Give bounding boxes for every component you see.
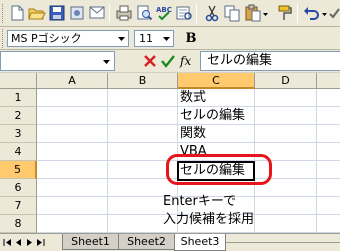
permission-icon[interactable] bbox=[68, 4, 86, 22]
row-header-5[interactable]: 5 bbox=[0, 161, 37, 179]
previous-sheet-icon[interactable] bbox=[14, 237, 23, 248]
row-header-7[interactable]: 7 bbox=[0, 197, 37, 215]
format-painter-icon[interactable] bbox=[276, 4, 294, 22]
column-header-a[interactable]: A bbox=[37, 73, 108, 89]
toolbar-grip[interactable] bbox=[2, 4, 5, 23]
row-header-2[interactable]: 2 bbox=[0, 107, 37, 125]
tab-sheet3[interactable]: Sheet3 bbox=[174, 234, 226, 251]
name-box[interactable] bbox=[0, 51, 115, 71]
cancel-icon[interactable] bbox=[142, 53, 158, 69]
gridline bbox=[107, 89, 108, 233]
new-icon[interactable] bbox=[8, 4, 26, 22]
cell-c2[interactable]: セルの編集 bbox=[179, 107, 254, 125]
row-header-8[interactable]: 8 bbox=[0, 215, 37, 233]
formula-bar: fx セルの編集 bbox=[0, 50, 340, 72]
toolbar-separator bbox=[297, 4, 298, 23]
toolbar-grip[interactable] bbox=[2, 29, 5, 48]
font-name-select[interactable]: MS Pゴシック bbox=[7, 30, 129, 47]
row-header-4[interactable]: 4 bbox=[0, 143, 37, 161]
standard-toolbar: ABC bbox=[0, 0, 340, 27]
research-icon[interactable] bbox=[175, 4, 193, 22]
enter-check-icon[interactable] bbox=[160, 53, 176, 69]
toolbar-separator bbox=[196, 4, 197, 23]
print-icon[interactable] bbox=[115, 4, 133, 22]
font-size-value: 11 bbox=[139, 32, 153, 45]
cell-c1[interactable]: 数式 bbox=[179, 89, 254, 107]
cell-c3[interactable]: 関数 bbox=[179, 125, 254, 143]
save-icon[interactable] bbox=[48, 4, 66, 22]
undo-icon[interactable] bbox=[303, 4, 321, 22]
email-icon[interactable] bbox=[88, 4, 106, 22]
formula-input[interactable]: セルの編集 bbox=[200, 51, 340, 71]
row-header-1[interactable]: 1 bbox=[0, 89, 37, 107]
paste-icon[interactable] bbox=[244, 4, 262, 22]
text-caret bbox=[253, 164, 254, 178]
formatting-toolbar: MS Pゴシック 11 B bbox=[0, 27, 340, 50]
annotation-line-2: 入力候補を採用 bbox=[163, 212, 255, 227]
check-icon[interactable] bbox=[328, 4, 340, 22]
cell-c5[interactable]: セルの編集 bbox=[180, 162, 254, 180]
toolbar-separator bbox=[109, 4, 110, 23]
column-header-c[interactable]: C bbox=[178, 73, 255, 89]
column-header-e[interactable] bbox=[317, 73, 340, 89]
font-name-value: MS Pゴシック bbox=[11, 32, 82, 45]
next-sheet-icon[interactable] bbox=[25, 237, 34, 248]
worksheet-grid[interactable]: A B C D 1 2 3 4 5 6 7 8 数式 セルの編集 関数 VBA … bbox=[0, 73, 340, 233]
last-sheet-icon[interactable] bbox=[36, 237, 45, 248]
column-header-d[interactable]: D bbox=[255, 73, 317, 89]
chevron-down-icon[interactable] bbox=[160, 31, 173, 46]
tab-scroll-divider bbox=[226, 242, 340, 243]
insert-function-button[interactable]: fx bbox=[180, 53, 196, 69]
copy-icon[interactable] bbox=[223, 4, 241, 22]
tab-sheet1[interactable]: Sheet1 bbox=[62, 234, 119, 250]
cut-icon[interactable] bbox=[203, 4, 221, 22]
chevron-down-icon[interactable] bbox=[100, 54, 113, 69]
first-sheet-icon[interactable] bbox=[3, 237, 12, 248]
row-header-6[interactable]: 6 bbox=[0, 179, 37, 197]
paste-dropdown-icon[interactable] bbox=[262, 4, 270, 22]
bold-button[interactable]: B bbox=[182, 30, 200, 47]
open-icon[interactable] bbox=[28, 4, 46, 22]
sheet-tab-bar: Sheet1 Sheet2 Sheet3 bbox=[0, 233, 340, 251]
annotation-line-1: Enterキーで bbox=[163, 194, 237, 209]
print-preview-icon[interactable] bbox=[135, 4, 153, 22]
row-header-3[interactable]: 3 bbox=[0, 125, 37, 143]
select-all-button[interactable] bbox=[0, 73, 37, 89]
column-header-b[interactable]: B bbox=[108, 73, 178, 89]
font-size-select[interactable]: 11 bbox=[134, 30, 174, 47]
tab-sheet2[interactable]: Sheet2 bbox=[118, 234, 175, 250]
gridline bbox=[316, 89, 317, 233]
chevron-down-icon[interactable] bbox=[115, 31, 128, 46]
spelling-icon[interactable]: ABC bbox=[155, 4, 173, 22]
